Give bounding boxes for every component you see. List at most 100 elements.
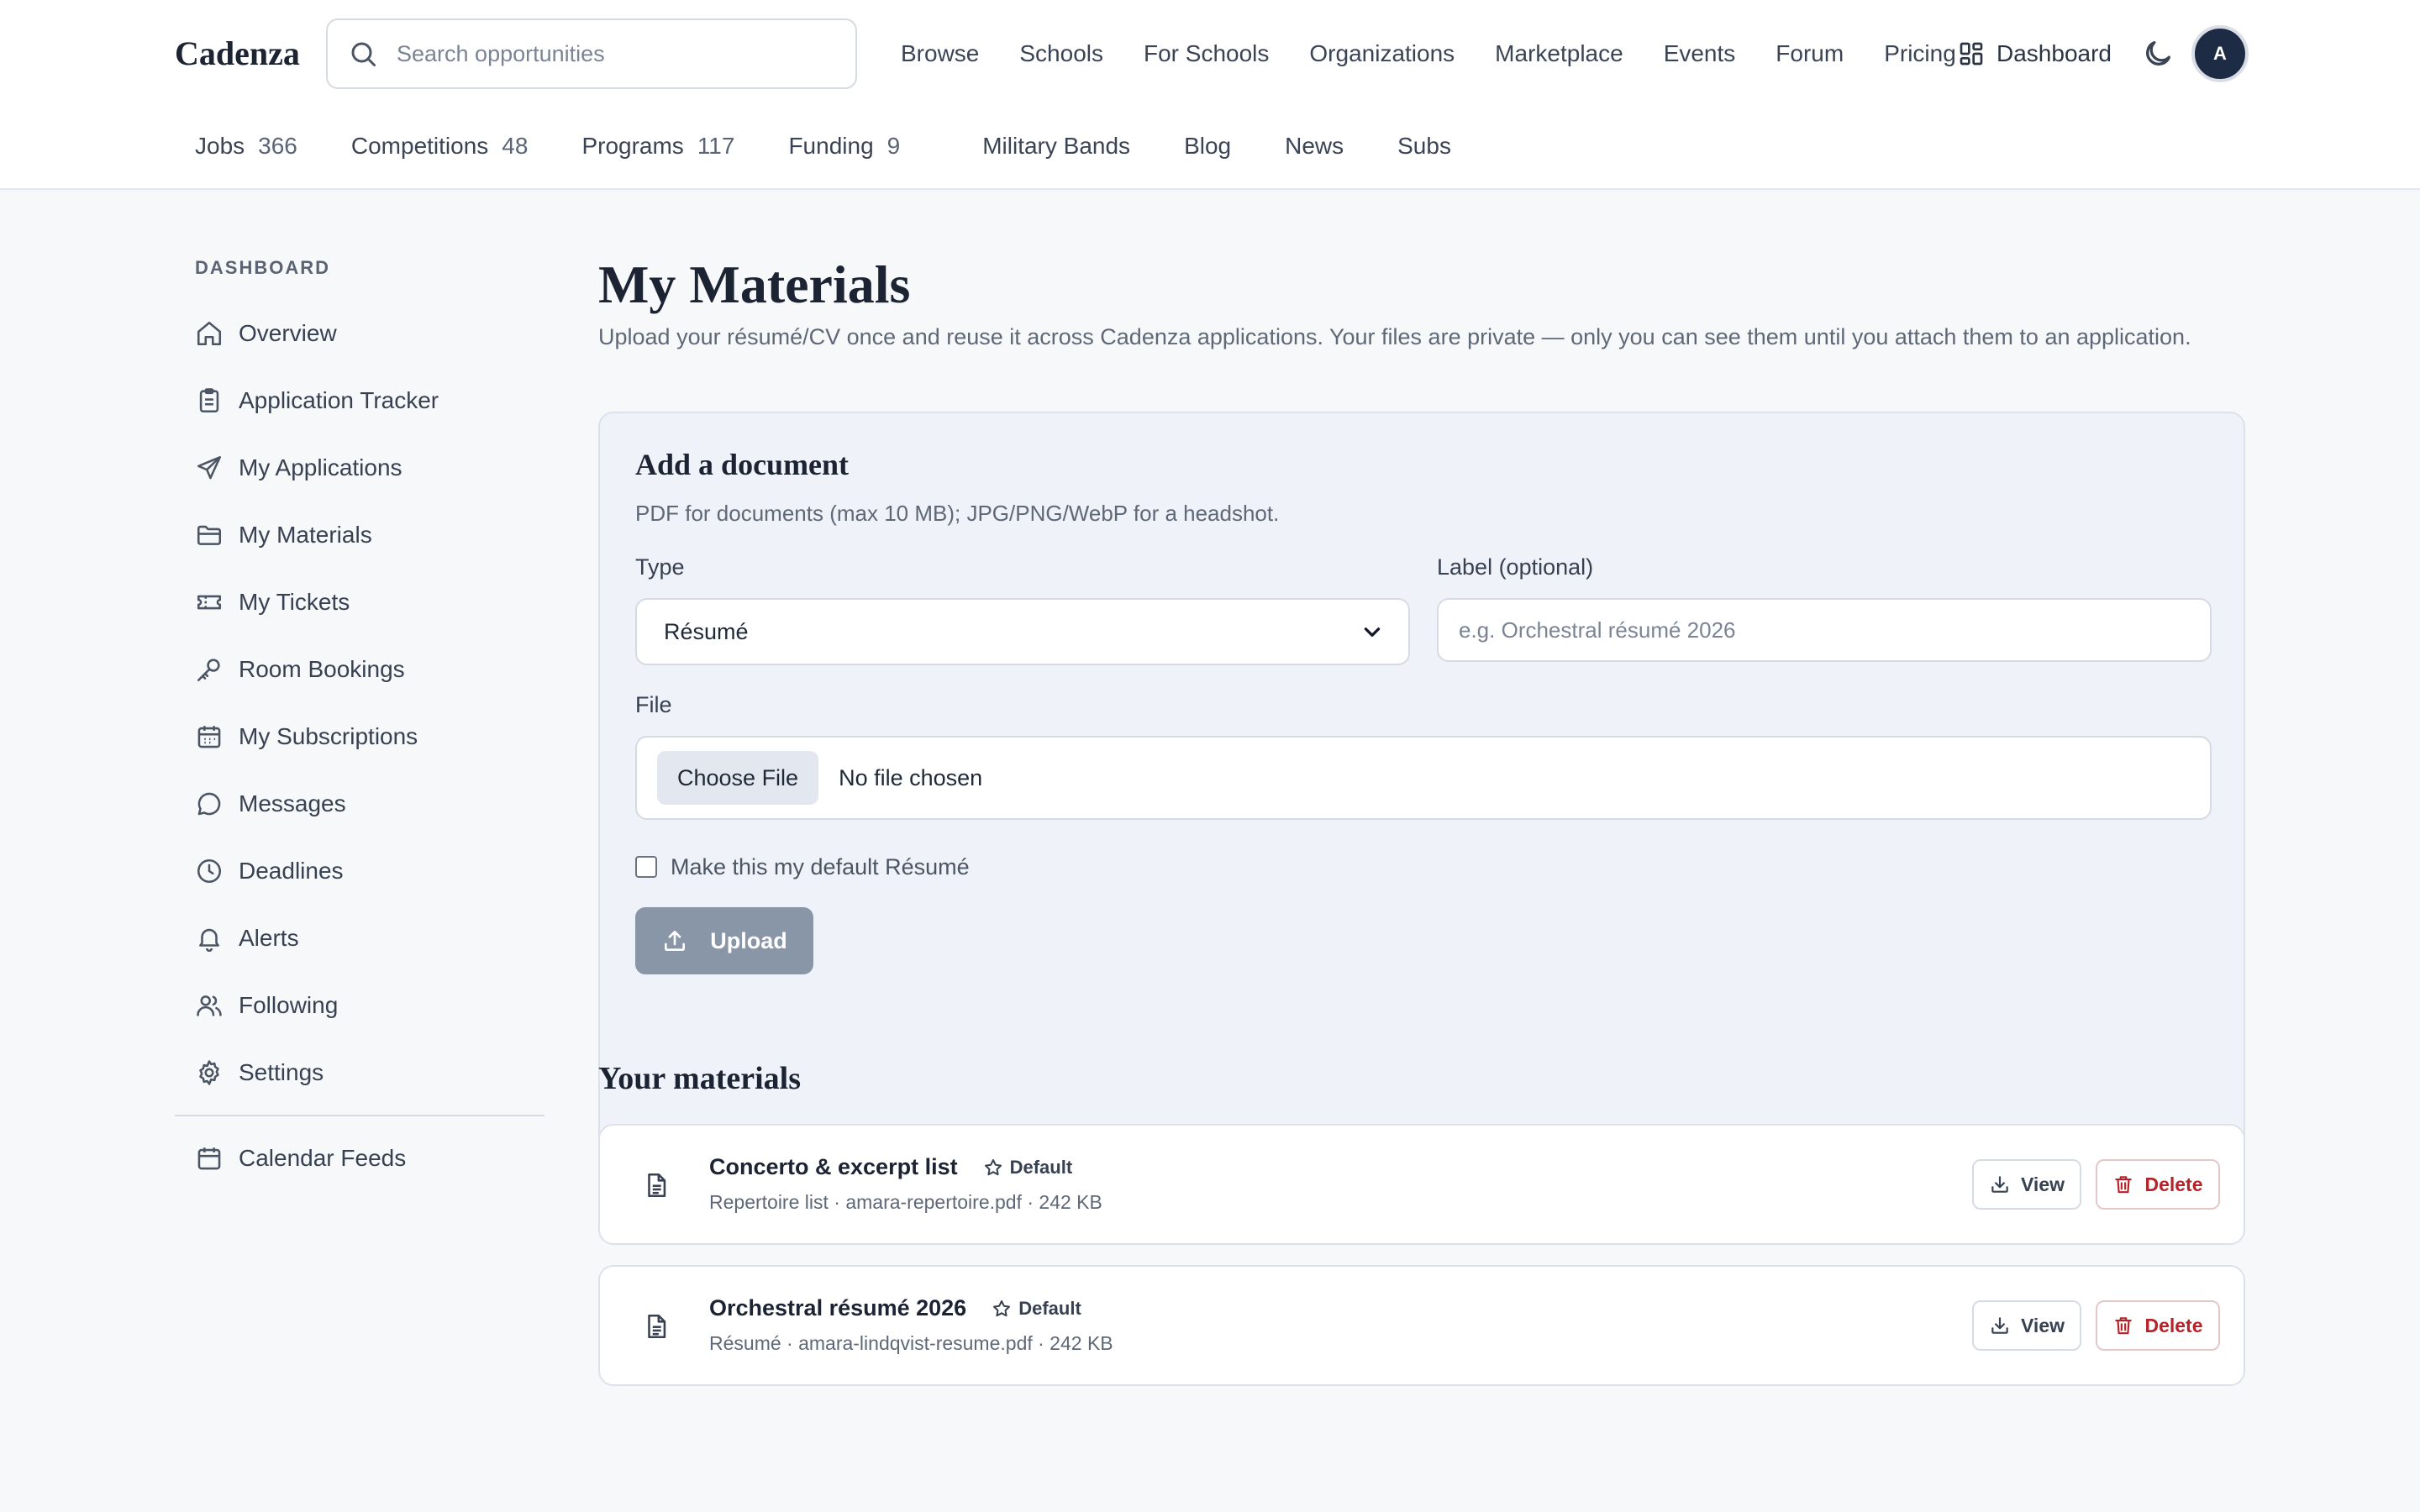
category-nav: Jobs 366 Competitions 48 Programs 117 Fundi… [195, 123, 1451, 170]
nav-pricing[interactable]: Pricing [1884, 40, 1956, 67]
search-input[interactable] [397, 40, 855, 67]
nav-browse[interactable]: Browse [901, 40, 979, 67]
sidebar-item-label: Deadlines [239, 858, 344, 884]
subnav-label: News [1285, 133, 1344, 159]
material-meta: Repertoire list · amara-repertoire.pdf ·… [709, 1191, 1102, 1213]
subnav-news[interactable]: News [1285, 133, 1344, 160]
dark-mode-toggle-icon[interactable] [2141, 37, 2175, 71]
delete-button[interactable]: Delete [2096, 1300, 2220, 1351]
sidebar-list: Overview Application Tracker My Applicat… [175, 300, 544, 1192]
sidebar-item-settings[interactable]: Settings [175, 1039, 544, 1106]
default-checkbox[interactable] [635, 856, 657, 878]
folder-icon [195, 521, 224, 549]
default-checkbox-row[interactable]: Make this my default Résumé [635, 850, 970, 884]
sidebar-item-deadlines[interactable]: Deadlines [175, 837, 544, 905]
subnav-label: Competitions [350, 133, 489, 159]
document-icon [642, 1169, 671, 1201]
view-label: View [2021, 1173, 2065, 1195]
type-select-value: Résumé [664, 618, 749, 644]
main-nav: Browse Schools For Schools Organizations… [901, 29, 1956, 79]
subnav-subs[interactable]: Subs [1397, 133, 1451, 160]
key-icon [195, 655, 224, 684]
sidebar-item-my-subscriptions[interactable]: My Subscriptions [175, 703, 544, 770]
choose-file-button[interactable]: Choose File [657, 751, 819, 805]
default-checkbox-label: Make this my default Résumé [671, 853, 970, 879]
material-item: Concerto & excerpt list Default Repertoi… [598, 1124, 2245, 1245]
clipboard-icon [195, 386, 224, 415]
sidebar-item-messages[interactable]: Messages [175, 770, 544, 837]
dashboard-grid-icon [1958, 40, 1985, 67]
sidebar-item-overview[interactable]: Overview [175, 300, 544, 367]
sidebar-item-my-applications[interactable]: My Applications [175, 434, 544, 501]
subnav-competitions[interactable]: Competitions 48 [351, 133, 529, 160]
nav-for-schools[interactable]: For Schools [1144, 40, 1269, 67]
subnav-military-bands[interactable]: Military Bands [982, 133, 1130, 160]
upload-button[interactable]: Upload [635, 907, 813, 974]
avatar[interactable]: A [2191, 25, 2249, 82]
nav-marketplace[interactable]: Marketplace [1495, 40, 1623, 67]
dashboard-link[interactable]: Dashboard [1958, 29, 2112, 79]
document-icon [642, 1310, 671, 1342]
nav-events[interactable]: Events [1664, 40, 1736, 67]
ticket-icon [195, 588, 224, 617]
subnav-label: Subs [1397, 133, 1451, 159]
material-meta: Résumé · amara-lindqvist-resume.pdf · 24… [709, 1332, 1113, 1354]
subnav-blog[interactable]: Blog [1184, 133, 1231, 160]
material-name-row: Orchestral résumé 2026 Default [709, 1295, 1081, 1321]
trash-icon [2112, 1173, 2134, 1195]
calendar-icon [195, 1144, 224, 1173]
upload-label: Upload [710, 927, 787, 953]
subnav-count: 48 [502, 133, 529, 159]
page-title: My Materials [598, 255, 911, 314]
sidebar-item-my-tickets[interactable]: My Tickets [175, 569, 544, 636]
view-button[interactable]: View [1972, 1159, 2081, 1210]
sidebar-item-label: Application Tracker [239, 387, 439, 413]
sidebar-item-room-bookings[interactable]: Room Bookings [175, 636, 544, 703]
subnav-count: 9 [886, 133, 901, 159]
sidebar-item-application-tracker[interactable]: Application Tracker [175, 367, 544, 434]
sidebar-item-label: Following [239, 992, 339, 1018]
logo[interactable]: Cadenza [175, 30, 300, 77]
material-name-row: Concerto & excerpt list Default [709, 1154, 1072, 1180]
file-input[interactable]: Choose File No file chosen [635, 736, 2212, 820]
sidebar-divider [175, 1115, 544, 1116]
top-header: Cadenza Browse Schools For Schools Organ… [0, 0, 2420, 190]
sidebar-item-alerts[interactable]: Alerts [175, 905, 544, 972]
subnav-funding[interactable]: Funding 9 [788, 133, 900, 160]
dashboard-label: Dashboard [1996, 40, 2112, 66]
page-subtitle: Upload your résumé/CV once and reuse it … [598, 324, 2191, 349]
calendar-grid-icon [195, 722, 224, 751]
nav-forum[interactable]: Forum [1776, 40, 1844, 67]
sidebar-item-my-materials[interactable]: My Materials [175, 501, 544, 569]
sidebar-item-calendar-feeds[interactable]: Calendar Feeds [175, 1125, 544, 1192]
subnav-label: Funding [788, 133, 874, 159]
users-icon [195, 991, 224, 1020]
file-label: File [635, 692, 672, 717]
subnav-jobs[interactable]: Jobs 366 [195, 133, 297, 160]
sidebar-item-following[interactable]: Following [175, 972, 544, 1039]
sidebar-item-label: Room Bookings [239, 656, 405, 682]
nav-schools[interactable]: Schools [1019, 40, 1103, 67]
gear-icon [195, 1058, 224, 1087]
home-icon [195, 319, 224, 348]
subnav-count: 117 [697, 133, 735, 159]
add-document-subtitle: PDF for documents (max 10 MB); JPG/PNG/W… [635, 501, 1280, 526]
default-badge: Default [983, 1157, 1072, 1179]
subnav-label: Jobs [195, 133, 245, 159]
subnav-programs[interactable]: Programs 117 [581, 133, 734, 160]
sidebar-item-label: Overview [239, 320, 337, 346]
search-box[interactable] [326, 18, 857, 89]
type-select[interactable]: Résumé [635, 598, 1410, 665]
sidebar-item-label: My Subscriptions [239, 723, 418, 749]
clock-icon [195, 857, 224, 885]
sidebar-item-label: Calendar Feeds [239, 1145, 407, 1171]
delete-label: Delete [2144, 1173, 2203, 1195]
no-file-text: No file chosen [839, 764, 983, 790]
label-input[interactable] [1437, 598, 2212, 662]
delete-button[interactable]: Delete [2096, 1159, 2220, 1210]
view-label: View [2021, 1314, 2065, 1336]
view-button[interactable]: View [1972, 1300, 2081, 1351]
star-icon [992, 1299, 1012, 1319]
nav-organizations[interactable]: Organizations [1309, 40, 1455, 67]
material-item: Orchestral résumé 2026 Default Résumé · … [598, 1265, 2245, 1386]
